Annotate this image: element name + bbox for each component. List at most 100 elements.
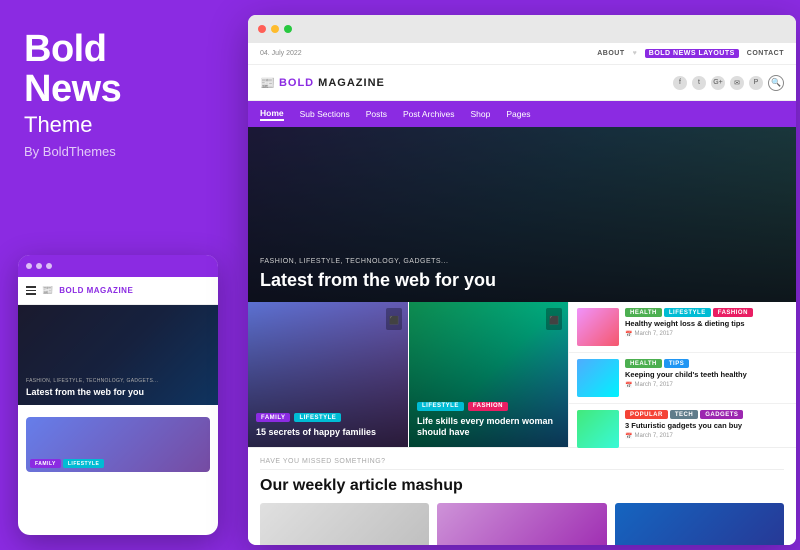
bottom-section-title: Our weekly article mashup	[260, 476, 784, 495]
google-icon[interactable]: G+	[711, 76, 725, 90]
tag-tips: TIPS	[664, 359, 689, 368]
mobile-logo-text: BOLD MAGAZINE	[59, 286, 133, 295]
gallery-icon: ⬛	[389, 316, 399, 325]
sidebar-article-3-tags: POPULAR TECH GADGETS	[625, 410, 788, 419]
site-hero: FASHION, LIFESTYLE, TECHNOLOGY, GADGETS.…	[248, 127, 796, 302]
bottom-article-1[interactable]: FASHION WEEK VINTAGE	[260, 503, 429, 545]
tag-gadgets: GADGETS	[700, 410, 743, 419]
tag-fashion: FASHION	[468, 402, 508, 411]
article-card-2[interactable]: LIFESTYLE FASHION Life skills every mode…	[408, 302, 568, 447]
bottom-articles: FASHION WEEK VINTAGE FASHION WEEK STREET…	[260, 503, 784, 545]
nav-posts[interactable]: Posts	[366, 109, 387, 119]
calendar-icon-3: 📅	[625, 433, 632, 440]
article-2-gallery-icon: ⬛	[546, 308, 562, 330]
mail-icon[interactable]: ✉	[730, 76, 744, 90]
sidebar-article-2-img	[577, 359, 619, 397]
mobile-titlebar	[18, 255, 218, 277]
nav-post-archives[interactable]: Post Archives	[403, 109, 455, 119]
article-1-content: FAMILY LIFESTYLE 15 secrets of happy fam…	[248, 405, 408, 447]
article-card-1[interactable]: FAMILY LIFESTYLE 15 secrets of happy fam…	[248, 302, 408, 447]
mobile-dot-1	[26, 263, 32, 269]
calendar-icon-2: 📅	[625, 382, 632, 389]
pinterest-icon[interactable]: P	[749, 76, 763, 90]
browser-maximize-dot[interactable]	[284, 25, 292, 33]
mobile-section-label: FASHION, LIFESTYLE, TECHNOLOGY, GADGETS.…	[26, 378, 210, 384]
sidebar-article-1-text: HEALTH LIFESTYLE FASHION Healthy weight …	[625, 308, 788, 338]
tag-lifestyle-3: LIFESTYLE	[664, 308, 711, 317]
calendar-icon-1: 📅	[625, 331, 632, 338]
article-1-gallery-icon: ⬛	[386, 308, 402, 330]
mobile-card: FAMILY LIFESTYLE	[26, 417, 210, 472]
tag-lifestyle-2: LIFESTYLE	[417, 402, 464, 411]
mobile-dot-3	[46, 263, 52, 269]
social-icons: f t G+ ✉ P 🔍	[673, 75, 784, 91]
sidebar-articles: HEALTH LIFESTYLE FASHION Healthy weight …	[568, 302, 796, 447]
sidebar-article-2[interactable]: HEALTH TIPS Keeping your child's teeth h…	[569, 353, 796, 404]
logo-text: BOLD MAGAZINE	[279, 77, 385, 89]
browser-window: 04. July 2022 ABOUT ♥ BOLD NEWS LAYOUTS …	[248, 15, 796, 545]
mobile-content: FAMILY LIFESTYLE	[18, 405, 218, 478]
bottom-article-3[interactable]: FASHION WEEK MODELS	[615, 503, 784, 545]
left-panel: Bold News Theme By BoldThemes 📰 BOLD MAG…	[0, 0, 248, 550]
mobile-tag-family: FAMILY	[30, 459, 61, 468]
sidebar-article-1-tags: HEALTH LIFESTYLE FASHION	[625, 308, 788, 317]
search-icon[interactable]: 🔍	[768, 75, 784, 91]
bottom-article-2[interactable]: FASHION WEEK STREET FASHION	[437, 503, 606, 545]
browser-minimize-dot[interactable]	[271, 25, 279, 33]
browser-close-dot[interactable]	[258, 25, 266, 33]
topbar-bold-news[interactable]: BOLD NEWS LAYOUTS	[645, 49, 739, 58]
brand-title: Bold News	[24, 30, 224, 110]
tag-popular: POPULAR	[625, 410, 668, 419]
site-topbar: 04. July 2022 ABOUT ♥ BOLD NEWS LAYOUTS …	[248, 43, 796, 65]
sidebar-article-3-date: 📅 March 7, 2017	[625, 433, 788, 440]
browser-titlebar	[248, 15, 796, 43]
topbar-date: 04. July 2022	[260, 50, 302, 57]
tag-lifestyle: LIFESTYLE	[294, 413, 341, 422]
sidebar-article-2-tags: HEALTH TIPS	[625, 359, 788, 368]
sidebar-article-1-title: Healthy weight loss & dieting tips	[625, 319, 788, 329]
site-logo[interactable]: 📰 BOLD MAGAZINE	[260, 76, 385, 90]
nav-subsections[interactable]: Sub Sections	[300, 109, 350, 119]
hero-tags: FASHION, LIFESTYLE, TECHNOLOGY, GADGETS.…	[260, 258, 784, 265]
hero-content: FASHION, LIFESTYLE, TECHNOLOGY, GADGETS.…	[248, 248, 796, 302]
topbar-contact[interactable]: CONTACT	[747, 50, 784, 57]
sidebar-article-2-title: Keeping your child's teeth healthy	[625, 370, 788, 380]
sidebar-article-1-img	[577, 308, 619, 346]
mobile-hero-overlay: FASHION, LIFESTYLE, TECHNOLOGY, GADGETS.…	[18, 372, 218, 405]
sidebar-article-2-date: 📅 March 7, 2017	[625, 382, 788, 389]
nav-home[interactable]: Home	[260, 108, 284, 121]
sidebar-article-3-text: POPULAR TECH GADGETS 3 Futuristic gadget…	[625, 410, 788, 440]
mobile-logo-icon: 📰	[42, 285, 53, 296]
topbar-about[interactable]: ABOUT	[597, 50, 624, 57]
article-1-tags: FAMILY LIFESTYLE	[256, 413, 400, 422]
tag-health-2: HEALTH	[625, 359, 662, 368]
sidebar-article-2-text: HEALTH TIPS Keeping your child's teeth h…	[625, 359, 788, 389]
article-2-content: LIFESTYLE FASHION Life skills every mode…	[409, 394, 568, 447]
nav-pages[interactable]: Pages	[506, 109, 530, 119]
site-bottom: HAVE YOU MISSED SOMETHING? Our weekly ar…	[248, 447, 796, 545]
brand-subtitle: Theme	[24, 112, 224, 138]
bottom-section-label: HAVE YOU MISSED SOMETHING?	[260, 458, 784, 470]
site-logo-bar: 📰 BOLD MAGAZINE f t G+ ✉ P 🔍	[248, 65, 796, 101]
hero-title: Latest from the web for you	[260, 270, 784, 292]
mobile-preview: 📰 BOLD MAGAZINE FASHION, LIFESTYLE, TECH…	[18, 255, 218, 535]
topbar-links: ABOUT ♥ BOLD NEWS LAYOUTS CONTACT	[597, 49, 784, 58]
logo-icon: 📰	[260, 76, 275, 90]
article-1-title: 15 secrets of happy families	[256, 427, 400, 439]
articles-grid: FAMILY LIFESTYLE 15 secrets of happy fam…	[248, 302, 796, 447]
article-2-tags: LIFESTYLE FASHION	[417, 402, 560, 411]
sidebar-article-1[interactable]: HEALTH LIFESTYLE FASHION Healthy weight …	[569, 302, 796, 353]
mobile-dot-2	[36, 263, 42, 269]
hero-category-label: FASHION, LIFESTYLE, TECHNOLOGY, GADGETS.…	[260, 258, 448, 265]
twitter-icon[interactable]: t	[692, 76, 706, 90]
mobile-card-tags: FAMILY LIFESTYLE	[30, 459, 104, 468]
hamburger-icon[interactable]	[26, 286, 36, 295]
sidebar-article-3[interactable]: POPULAR TECH GADGETS 3 Futuristic gadget…	[569, 404, 796, 454]
facebook-icon[interactable]: f	[673, 76, 687, 90]
article-2-title: Life skills every modern woman should ha…	[417, 416, 560, 439]
nav-shop[interactable]: Shop	[470, 109, 490, 119]
mobile-nav: 📰 BOLD MAGAZINE	[18, 277, 218, 305]
brand-by: By BoldThemes	[24, 144, 224, 159]
mobile-tag-lifestyle: LIFESTYLE	[63, 459, 104, 468]
sidebar-article-1-date: 📅 March 7, 2017	[625, 331, 788, 338]
